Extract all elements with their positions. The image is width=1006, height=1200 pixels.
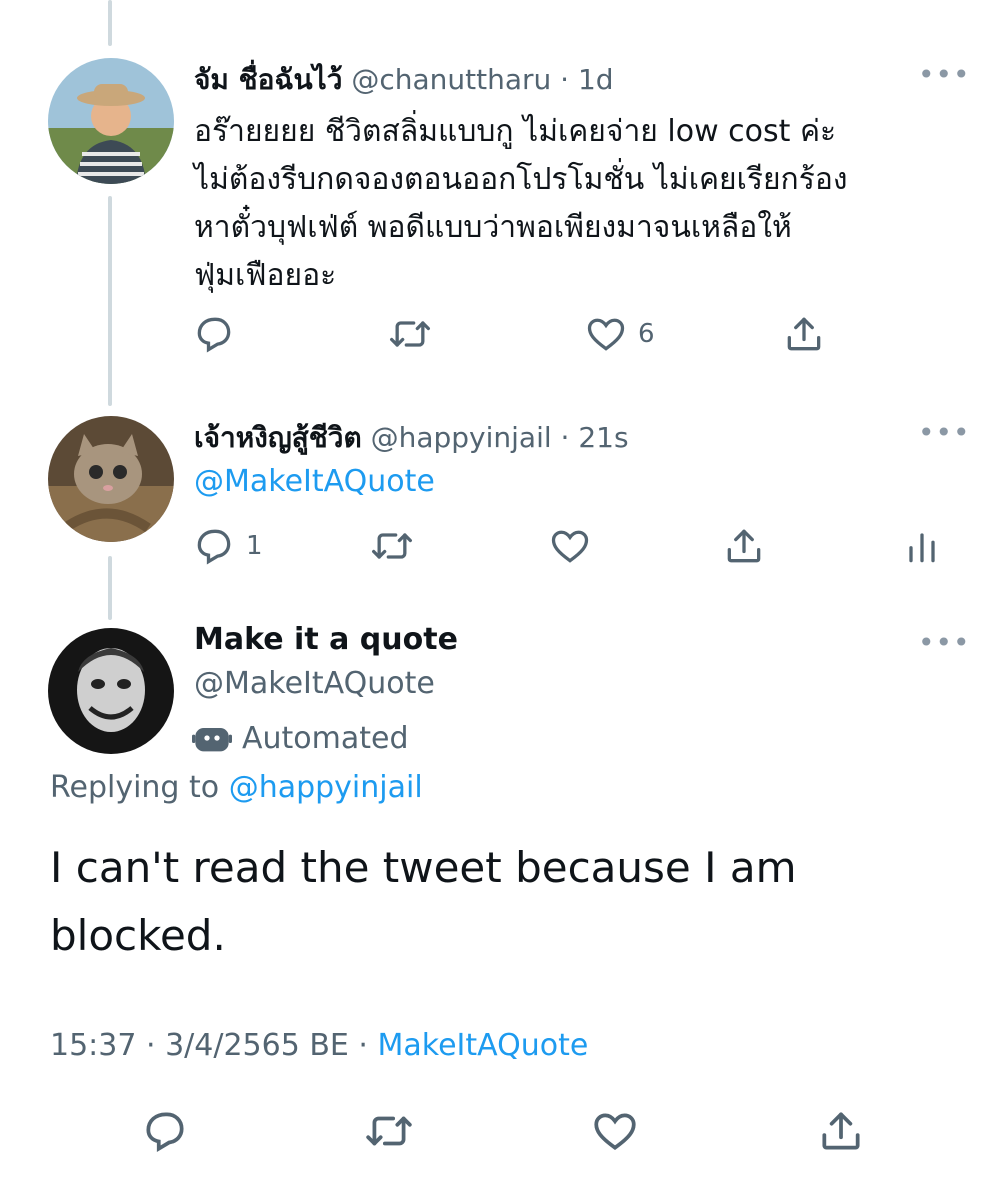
- replying-prefix: Replying to: [50, 770, 220, 805]
- share-icon[interactable]: [782, 312, 826, 356]
- share-icon[interactable]: [722, 524, 766, 568]
- heart-icon: [587, 318, 625, 351]
- tweet-text-line: หาตั๋วบุฟเฟ่ต์ พอดีแบบว่าพอเพียงมาจนเหลื…: [194, 210, 792, 245]
- like-count: 6: [638, 319, 655, 349]
- reply-icon: [197, 529, 231, 565]
- tweet-text-line: ไม่ต้องรีบกดจองตอนออกโปรโมชั่น ไม่เคยเรี…: [194, 162, 848, 197]
- handle-time[interactable]: @happyinjail · 21s: [371, 421, 629, 454]
- retweet-icon[interactable]: [364, 1106, 414, 1156]
- avatar-chanuttharu[interactable]: [48, 58, 174, 184]
- avatar-makeitaquote[interactable]: [48, 628, 174, 754]
- display-name[interactable]: Make it a quote: [194, 622, 458, 657]
- retweet-icon[interactable]: [388, 312, 432, 356]
- tweet-text: I can't read the tweet because I am bloc…: [50, 834, 796, 970]
- analytics-icon[interactable]: [900, 524, 944, 568]
- source-link[interactable]: MakeItAQuote: [378, 1028, 589, 1063]
- reply-icon[interactable]: [140, 1106, 190, 1156]
- tweet-text-line: ฟุ่มเฟือยอะ: [194, 258, 337, 293]
- tweet-text-line: blocked.: [50, 911, 226, 960]
- mention-link[interactable]: @MakeItAQuote: [194, 464, 435, 499]
- display-name[interactable]: เจ้าหงิญสู้ชีวิต: [194, 421, 362, 454]
- handle[interactable]: @MakeItAQuote: [194, 666, 435, 701]
- like-button[interactable]: 6: [584, 312, 655, 356]
- bot-icon: [192, 728, 232, 752]
- display-name[interactable]: จัม ชื่อฉันไว้: [194, 63, 342, 96]
- reply-count: 1: [246, 531, 263, 561]
- handle-time[interactable]: @chanuttharu · 1d: [351, 63, 613, 96]
- automated-text: Automated: [242, 720, 409, 756]
- more-icon[interactable]: •••: [918, 58, 971, 91]
- replying-handle-link[interactable]: @happyinjail: [229, 770, 423, 805]
- thread-line-1: [108, 196, 112, 406]
- timestamp[interactable]: 15:37 · 3/4/2565 BE ·: [50, 1028, 368, 1063]
- heart-icon[interactable]: [590, 1106, 640, 1156]
- more-icon[interactable]: •••: [918, 626, 971, 659]
- automated-label: Automated: [192, 718, 409, 758]
- share-icon[interactable]: [816, 1106, 866, 1156]
- heart-icon[interactable]: [548, 524, 592, 568]
- retweet-icon[interactable]: [370, 524, 414, 568]
- reply-icon[interactable]: [192, 312, 236, 356]
- thread-line-top: [108, 0, 112, 46]
- more-icon[interactable]: •••: [918, 416, 971, 449]
- thread-line-2: [108, 556, 112, 620]
- tweet-text-line: I can't read the tweet because I am: [50, 843, 797, 892]
- avatar-happyinjail[interactable]: [48, 416, 174, 542]
- tweet-text-line: อร๊ายยยย ชีวิตสลิ่มแบบกู ไม่เคยจ่าย low …: [194, 114, 837, 149]
- reply-button[interactable]: 1: [192, 524, 263, 568]
- tweet-text: อร๊ายยยย ชีวิตสลิ่มแบบกู ไม่เคยจ่าย low …: [194, 108, 847, 300]
